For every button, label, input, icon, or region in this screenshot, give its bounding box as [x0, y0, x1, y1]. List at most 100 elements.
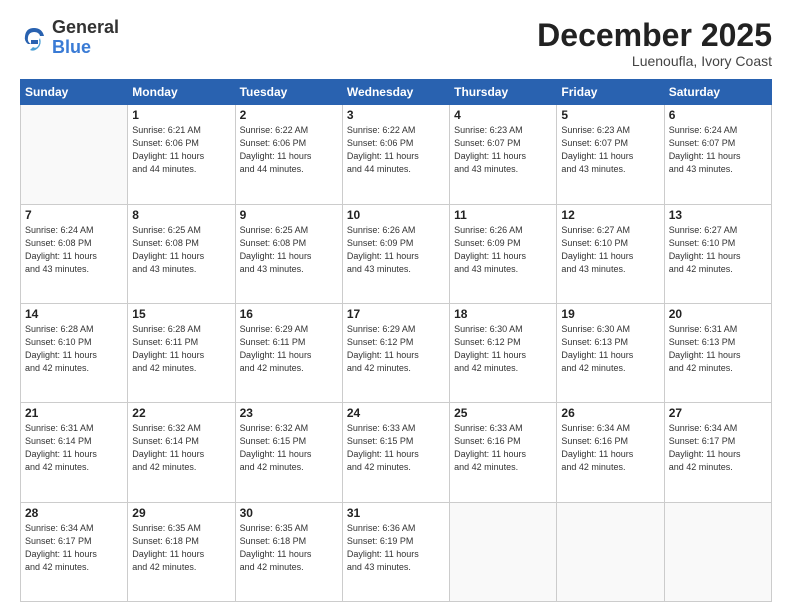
table-row: 6 Sunrise: 6:24 AMSunset: 6:07 PMDaylight… [664, 105, 771, 204]
logo-icon [20, 24, 48, 52]
day-number: 18 [454, 307, 552, 321]
day-info: Sunrise: 6:25 AMSunset: 6:08 PMDaylight:… [240, 224, 338, 276]
day-number: 27 [669, 406, 767, 420]
day-info: Sunrise: 6:30 AMSunset: 6:13 PMDaylight:… [561, 323, 659, 375]
table-row: 5 Sunrise: 6:23 AMSunset: 6:07 PMDaylight… [557, 105, 664, 204]
day-info: Sunrise: 6:27 AMSunset: 6:10 PMDaylight:… [561, 224, 659, 276]
day-number: 14 [25, 307, 123, 321]
table-row: 30Sunrise: 6:35 AMSunset: 6:18 PMDayligh… [235, 502, 342, 601]
day-info: Sunrise: 6:28 AMSunset: 6:10 PMDaylight:… [25, 323, 123, 375]
day-number: 7 [25, 208, 123, 222]
table-row: 4 Sunrise: 6:23 AMSunset: 6:07 PMDaylight… [450, 105, 557, 204]
logo-blue: Blue [52, 38, 119, 58]
table-row: 15 Sunrise: 6:28 AMSunset: 6:11 PMDayligh… [128, 303, 235, 402]
logo: General Blue [20, 18, 119, 58]
calendar-week-row: 1 Sunrise: 6:21 AMSunset: 6:06 PMDaylight… [21, 105, 772, 204]
day-info: Sunrise: 6:33 AMSunset: 6:15 PMDaylight:… [347, 422, 445, 474]
table-row: 14 Sunrise: 6:28 AMSunset: 6:10 PMDayligh… [21, 303, 128, 402]
logo-text: General Blue [52, 18, 119, 58]
day-info: Sunrise: 6:34 AMSunset: 6:17 PMDaylight:… [25, 522, 123, 574]
day-number: 17 [347, 307, 445, 321]
table-row: 22 Sunrise: 6:32 AMSunset: 6:14 PMDayligh… [128, 403, 235, 502]
header-thursday: Thursday [450, 80, 557, 105]
day-info: Sunrise: 6:26 AMSunset: 6:09 PMDaylight:… [454, 224, 552, 276]
calendar-week-row: 28 Sunrise: 6:34 AMSunset: 6:17 PMDayligh… [21, 502, 772, 601]
day-number: 28 [25, 506, 123, 520]
day-info: Sunrise: 6:32 AMSunset: 6:15 PMDaylight:… [240, 422, 338, 474]
location: Luenoufla, Ivory Coast [537, 53, 772, 69]
table-row: 2 Sunrise: 6:22 AMSunset: 6:06 PMDaylight… [235, 105, 342, 204]
day-number: 22 [132, 406, 230, 420]
calendar-week-row: 7Sunrise: 6:24 AMSunset: 6:08 PMDaylight… [21, 204, 772, 303]
day-number: 20 [669, 307, 767, 321]
day-number: 1 [132, 108, 230, 122]
day-number: 11 [454, 208, 552, 222]
day-number: 4 [454, 108, 552, 122]
table-row: 20Sunrise: 6:31 AMSunset: 6:13 PMDayligh… [664, 303, 771, 402]
calendar-week-row: 21 Sunrise: 6:31 AMSunset: 6:14 PMDayligh… [21, 403, 772, 502]
month-title: December 2025 [537, 18, 772, 53]
table-row [557, 502, 664, 601]
table-row: 25 Sunrise: 6:33 AMSunset: 6:16 PMDayligh… [450, 403, 557, 502]
day-info: Sunrise: 6:22 AMSunset: 6:06 PMDaylight:… [347, 124, 445, 176]
day-number: 25 [454, 406, 552, 420]
table-row: 21 Sunrise: 6:31 AMSunset: 6:14 PMDayligh… [21, 403, 128, 502]
table-row: 8Sunrise: 6:25 AMSunset: 6:08 PMDaylight… [128, 204, 235, 303]
table-row [450, 502, 557, 601]
table-row: 27 Sunrise: 6:34 AMSunset: 6:17 PMDayligh… [664, 403, 771, 502]
day-info: Sunrise: 6:30 AMSunset: 6:12 PMDaylight:… [454, 323, 552, 375]
logo-general: General [52, 18, 119, 38]
day-info: Sunrise: 6:23 AMSunset: 6:07 PMDaylight:… [454, 124, 552, 176]
weekday-header-row: Sunday Monday Tuesday Wednesday Thursday… [21, 80, 772, 105]
day-info: Sunrise: 6:33 AMSunset: 6:16 PMDaylight:… [454, 422, 552, 474]
day-number: 31 [347, 506, 445, 520]
day-number: 15 [132, 307, 230, 321]
title-block: December 2025 Luenoufla, Ivory Coast [537, 18, 772, 69]
day-info: Sunrise: 6:29 AMSunset: 6:11 PMDaylight:… [240, 323, 338, 375]
table-row: 31Sunrise: 6:36 AMSunset: 6:19 PMDayligh… [342, 502, 449, 601]
table-row: 9 Sunrise: 6:25 AMSunset: 6:08 PMDaylight… [235, 204, 342, 303]
table-row [21, 105, 128, 204]
day-info: Sunrise: 6:23 AMSunset: 6:07 PMDaylight:… [561, 124, 659, 176]
day-info: Sunrise: 6:21 AMSunset: 6:06 PMDaylight:… [132, 124, 230, 176]
day-number: 2 [240, 108, 338, 122]
table-row: 29 Sunrise: 6:35 AMSunset: 6:18 PMDayligh… [128, 502, 235, 601]
day-info: Sunrise: 6:22 AMSunset: 6:06 PMDaylight:… [240, 124, 338, 176]
day-number: 21 [25, 406, 123, 420]
day-number: 13 [669, 208, 767, 222]
day-number: 6 [669, 108, 767, 122]
day-number: 29 [132, 506, 230, 520]
table-row: 17Sunrise: 6:29 AMSunset: 6:12 PMDayligh… [342, 303, 449, 402]
day-info: Sunrise: 6:27 AMSunset: 6:10 PMDaylight:… [669, 224, 767, 276]
day-info: Sunrise: 6:34 AMSunset: 6:16 PMDaylight:… [561, 422, 659, 474]
header-wednesday: Wednesday [342, 80, 449, 105]
day-number: 16 [240, 307, 338, 321]
table-row: 7Sunrise: 6:24 AMSunset: 6:08 PMDaylight… [21, 204, 128, 303]
table-row: 11 Sunrise: 6:26 AMSunset: 6:09 PMDayligh… [450, 204, 557, 303]
day-info: Sunrise: 6:24 AMSunset: 6:07 PMDaylight:… [669, 124, 767, 176]
day-number: 12 [561, 208, 659, 222]
table-row: 1 Sunrise: 6:21 AMSunset: 6:06 PMDaylight… [128, 105, 235, 204]
table-row: 10 Sunrise: 6:26 AMSunset: 6:09 PMDayligh… [342, 204, 449, 303]
day-info: Sunrise: 6:28 AMSunset: 6:11 PMDaylight:… [132, 323, 230, 375]
header-sunday: Sunday [21, 80, 128, 105]
table-row: 12 Sunrise: 6:27 AMSunset: 6:10 PMDayligh… [557, 204, 664, 303]
header-saturday: Saturday [664, 80, 771, 105]
day-number: 9 [240, 208, 338, 222]
day-number: 5 [561, 108, 659, 122]
table-row: 24Sunrise: 6:33 AMSunset: 6:15 PMDayligh… [342, 403, 449, 502]
day-number: 3 [347, 108, 445, 122]
day-info: Sunrise: 6:26 AMSunset: 6:09 PMDaylight:… [347, 224, 445, 276]
day-number: 23 [240, 406, 338, 420]
table-row: 16 Sunrise: 6:29 AMSunset: 6:11 PMDayligh… [235, 303, 342, 402]
table-row: 19Sunrise: 6:30 AMSunset: 6:13 PMDayligh… [557, 303, 664, 402]
calendar-week-row: 14 Sunrise: 6:28 AMSunset: 6:10 PMDayligh… [21, 303, 772, 402]
day-info: Sunrise: 6:35 AMSunset: 6:18 PMDaylight:… [132, 522, 230, 574]
day-info: Sunrise: 6:31 AMSunset: 6:14 PMDaylight:… [25, 422, 123, 474]
day-info: Sunrise: 6:34 AMSunset: 6:17 PMDaylight:… [669, 422, 767, 474]
day-info: Sunrise: 6:32 AMSunset: 6:14 PMDaylight:… [132, 422, 230, 474]
day-number: 26 [561, 406, 659, 420]
day-number: 10 [347, 208, 445, 222]
header-monday: Monday [128, 80, 235, 105]
table-row: 23 Sunrise: 6:32 AMSunset: 6:15 PMDayligh… [235, 403, 342, 502]
